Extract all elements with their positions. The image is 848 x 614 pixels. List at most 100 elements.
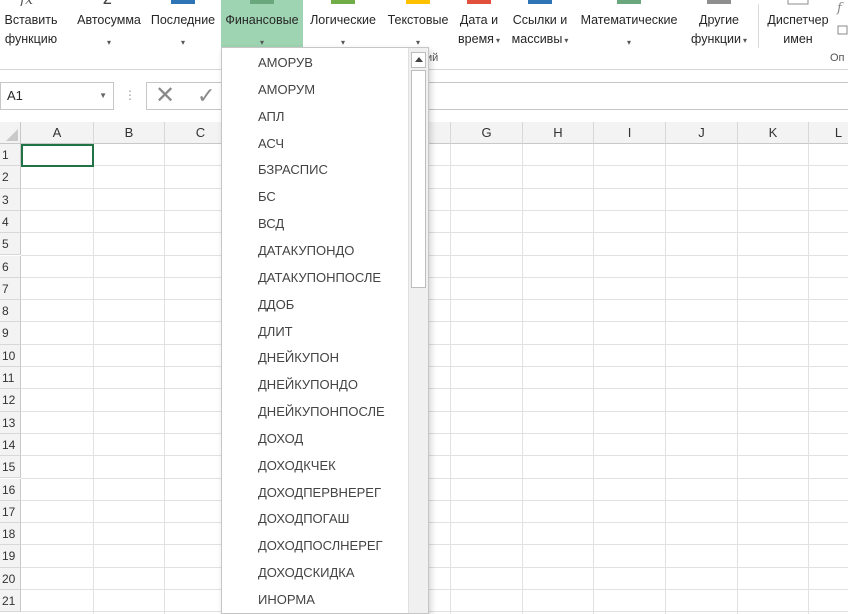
row-gridline	[21, 343, 848, 345]
row-header-16[interactable]: 16	[0, 478, 21, 501]
column-header-i[interactable]: I	[594, 122, 666, 144]
row-gridline	[21, 366, 848, 367]
row-header-5[interactable]: 5	[0, 233, 21, 256]
row-gridline	[21, 321, 848, 323]
row-header-20[interactable]: 20	[0, 567, 21, 590]
row-gridline	[21, 254, 848, 256]
function-menu-item[interactable]: ДОХОДПЕРВНЕРЕГ	[222, 479, 408, 506]
text-label: Текстовые	[387, 13, 449, 27]
function-menu-item[interactable]: АМОРУМ	[222, 76, 408, 103]
logical-functions-button[interactable]: Логические ▾	[304, 0, 382, 52]
function-menu-item[interactable]: АПЛ	[222, 103, 408, 130]
name-manager-label-1: Диспетчер	[767, 13, 829, 27]
function-menu-item[interactable]: БЗРАСПИС	[222, 156, 408, 183]
function-menu-item[interactable]: АСЧ	[222, 130, 408, 157]
function-menu-item[interactable]: ДОХОДПОГАШ	[222, 505, 408, 532]
row-header-1[interactable]: 1	[0, 144, 21, 167]
sigma-icon: Σ	[102, 0, 112, 6]
scroll-thumb[interactable]	[411, 70, 426, 288]
function-menu-item[interactable]: ДНЕЙКУПОНПОСЛЕ	[222, 398, 408, 425]
lookup-label-2: массивы	[511, 32, 563, 46]
financial-label: Финансовые	[225, 13, 299, 27]
function-menu-item[interactable]: ДАТАКУПОНДО	[222, 237, 408, 264]
insert-function-button[interactable]: fx Вставить функцию	[0, 0, 62, 52]
function-menu-item[interactable]: БС	[222, 183, 408, 210]
column-header-g[interactable]: G	[451, 122, 523, 144]
function-menu-item[interactable]: АМОРУВ	[222, 49, 408, 76]
row-header-19[interactable]: 19	[0, 545, 21, 568]
column-header-h[interactable]: H	[523, 122, 594, 144]
row-header-12[interactable]: 12	[0, 389, 21, 412]
more-label-2: функции	[691, 32, 741, 46]
row-header-13[interactable]: 13	[0, 411, 21, 434]
math-functions-button[interactable]: Математические ▾	[575, 0, 683, 52]
row-header-9[interactable]: 9	[0, 322, 21, 345]
row-header-18[interactable]: 18	[0, 523, 21, 546]
datetime-dropdown-arrow: ▾	[495, 36, 500, 45]
row-gridline	[21, 499, 848, 501]
formula-bar-grip-icon[interactable]: ⋮	[124, 88, 136, 102]
lookup-functions-button[interactable]: Ссылки и массивы ▾	[506, 0, 574, 52]
menu-scrollbar[interactable]	[408, 48, 428, 613]
function-menu-item[interactable]: ВСД	[222, 210, 408, 237]
row-header-8[interactable]: 8	[0, 300, 21, 323]
row-header-7[interactable]: 7	[0, 277, 21, 301]
row-header-2[interactable]: 2	[0, 166, 21, 189]
recent-functions-button[interactable]: Последние ▾	[147, 0, 219, 52]
column-header-j[interactable]: J	[666, 122, 738, 144]
function-menu-item[interactable]: ДОХОДПОСЛНЕРЕГ	[222, 532, 408, 559]
datetime-functions-button[interactable]: Дата и время ▾	[453, 0, 505, 52]
column-header-l[interactable]: L	[809, 122, 848, 144]
name-box-dropdown-icon[interactable]: ▼	[99, 83, 107, 109]
function-menu-item[interactable]: ДНЕЙКУПОНДО	[222, 371, 408, 398]
column-header-b[interactable]: B	[94, 122, 165, 144]
autosum-label: Автосумма	[77, 13, 141, 27]
more-dropdown-arrow: ▾	[742, 36, 747, 45]
datetime-label-2: время	[458, 32, 494, 46]
function-menu-item[interactable]: ДОХОДКЧЕК	[222, 452, 408, 479]
select-all-corner[interactable]	[0, 122, 21, 144]
text-functions-button[interactable]: Текстовые ▾	[383, 0, 453, 52]
active-cell-a1[interactable]	[21, 144, 94, 167]
svg-text:fx: fx	[19, 0, 33, 6]
more-label-1: Другие	[698, 13, 740, 27]
logical-label: Логические	[310, 13, 376, 27]
function-menu-item[interactable]: ДНЕЙКУПОН	[222, 344, 408, 371]
row-header-6[interactable]: 6	[0, 255, 21, 278]
function-menu-item[interactable]: ДДОБ	[222, 291, 408, 318]
function-menu-item[interactable]: ДОХОД	[222, 425, 408, 452]
name-manager-button[interactable]: Диспетчер имен	[762, 0, 834, 52]
financial-functions-button[interactable]: Финансовые ▾	[221, 0, 303, 47]
row-gridline	[21, 410, 848, 412]
function-menu-item[interactable]: ИНОРМА	[222, 586, 408, 613]
math-book-icon	[617, 0, 641, 4]
row-header-21[interactable]: 21	[0, 590, 21, 613]
function-menu-item[interactable]: ДАТАКУПОНПОСЛЕ	[222, 264, 408, 291]
row-gridline	[21, 209, 848, 211]
row-header-4[interactable]: 4	[0, 210, 21, 234]
row-gridline	[21, 165, 848, 167]
svg-text:Σ: Σ	[102, 0, 112, 6]
row-header-14[interactable]: 14	[0, 433, 21, 457]
row-header-3[interactable]: 3	[0, 188, 21, 211]
column-header-k[interactable]: K	[738, 122, 809, 144]
row-gridline	[21, 276, 848, 278]
financial-functions-menu: АМОРУВ АМОРУМ АПЛ АСЧ БЗРАСПИС БС ВСД ДАТАКУПОН…	[221, 47, 429, 614]
function-menu-item[interactable]: ДОХОДСКИДКА	[222, 559, 408, 586]
row-header-17[interactable]: 17	[0, 500, 21, 524]
autosum-button[interactable]: Σ Автосумма ▾	[72, 0, 146, 52]
scroll-up-arrow-icon[interactable]	[411, 52, 426, 68]
column-header-a[interactable]: A	[21, 122, 94, 144]
name-manager-icon	[787, 0, 809, 5]
row-header-11[interactable]: 11	[0, 367, 21, 390]
function-menu-item[interactable]: ДЛИТ	[222, 318, 408, 345]
enter-icon[interactable]: ✓	[197, 83, 215, 109]
row-header-15[interactable]: 15	[0, 456, 21, 479]
row-gridline	[21, 432, 848, 434]
cancel-icon[interactable]: ✕	[155, 83, 175, 109]
name-box[interactable]: A1 ▼	[0, 82, 114, 110]
define-name-icon[interactable]: f	[836, 0, 848, 40]
row-header-10[interactable]: 10	[0, 344, 21, 367]
more-functions-button[interactable]: Другие функции ▾	[684, 0, 754, 52]
logical-book-icon	[331, 0, 355, 4]
